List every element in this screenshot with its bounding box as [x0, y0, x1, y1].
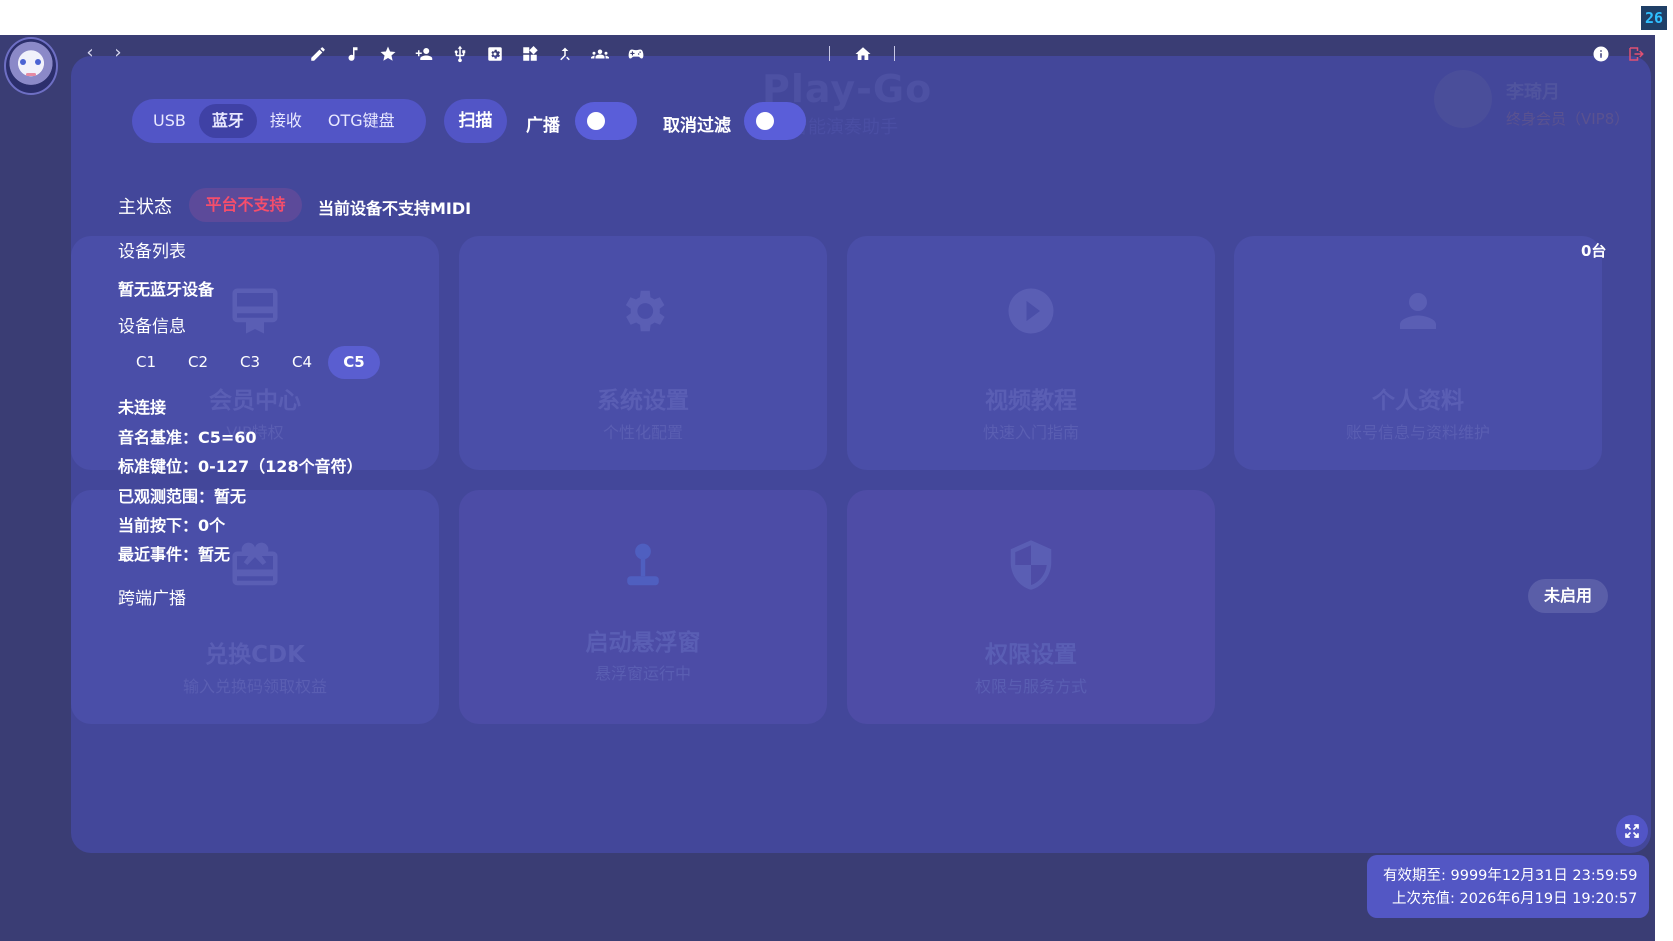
exit-icon[interactable] [1626, 44, 1646, 64]
tile-title: 系统设置 [597, 388, 689, 414]
tab-bluetooth[interactable]: 蓝牙 [198, 104, 257, 138]
tile-video-tutorial[interactable]: 视频教程 快速入门指南 [847, 236, 1215, 470]
background-user-avatar [1434, 70, 1492, 128]
device-count: 0台 [1581, 242, 1607, 260]
widgets-icon[interactable] [520, 44, 540, 64]
expiry-date: 有效期至: 9999年12月31日 23:59:59 [1383, 868, 1638, 884]
toolbar-divider [829, 46, 830, 61]
home-icon[interactable] [852, 44, 874, 64]
window-top-strip [0, 0, 1673, 35]
tile-title: 权限设置 [985, 642, 1077, 668]
connection-state: 未连接 [118, 398, 167, 417]
device-info-label: 设备信息 [118, 317, 186, 337]
tile-subtitle: 账号信息与资料维护 [1345, 423, 1490, 442]
scan-button[interactable]: 扫描 [444, 99, 507, 143]
tile-profile[interactable]: 个人资料 账号信息与资料维护 [1234, 236, 1602, 470]
tile-title: 个人资料 [1372, 388, 1464, 414]
device-list-empty: 暂无蓝牙设备 [118, 280, 215, 299]
cross-broadcast-button[interactable]: 未启用 [1528, 579, 1608, 613]
broadcast-toggle[interactable] [575, 102, 637, 140]
tile-subtitle: 权限与服务方式 [974, 677, 1087, 696]
device-info-line: 标准键位：0-127（128个音符） [118, 457, 363, 476]
tile-subtitle: 个性化配置 [602, 423, 683, 442]
settings-box-icon[interactable] [485, 44, 505, 64]
usb-icon[interactable] [450, 44, 470, 64]
pencil-icon[interactable] [308, 44, 328, 64]
joystick-icon [616, 538, 670, 592]
subscription-info: 有效期至: 9999年12月31日 23:59:59 上次充值: 2026年6月… [1367, 855, 1649, 918]
octave-c2[interactable]: C2 [172, 346, 224, 379]
device-info-line: 音名基准：C5=60 [118, 428, 257, 447]
main-status-label: 主状态 [118, 197, 172, 218]
card-redeem-icon [228, 538, 282, 592]
octave-c5[interactable]: C5 [328, 346, 380, 379]
fullscreen-button[interactable] [1616, 815, 1648, 847]
tile-title: 启动悬浮窗 [585, 630, 701, 656]
info-icon[interactable] [1591, 44, 1611, 64]
connection-mode-tabs: USB 蓝牙 接收 OTG键盘 [132, 99, 426, 143]
tile-permission-settings[interactable]: 权限设置 权限与服务方式 [847, 490, 1215, 724]
background-user-name: 李琦月 [1506, 82, 1560, 103]
device-info-line: 最近事件：暂无 [118, 545, 231, 564]
octave-c4[interactable]: C4 [276, 346, 328, 379]
card-membership-icon [228, 284, 282, 338]
tile-title: 兑换CDK [205, 642, 305, 668]
gear-icon [616, 284, 670, 338]
octave-c1[interactable]: C1 [120, 346, 172, 379]
status-badge: 平台不支持 [189, 188, 302, 222]
device-info-line: 已观测范围：暂无 [118, 487, 247, 506]
tab-otg-keyboard[interactable]: OTG键盘 [315, 104, 408, 138]
tile-subtitle: 悬浮窗运行中 [594, 664, 691, 683]
back-icon[interactable]: ‹ [82, 42, 98, 63]
main-status-message: 当前设备不支持MIDI [318, 199, 472, 218]
tile-title: 视频教程 [985, 388, 1077, 414]
star-icon[interactable] [378, 44, 398, 64]
tab-usb[interactable]: USB [140, 104, 199, 138]
background-user-role: 终身会员（VIP8） [1506, 110, 1630, 128]
tile-subtitle: 快速入门指南 [982, 423, 1079, 442]
toolbar-divider [894, 46, 895, 61]
music-note-icon[interactable] [343, 44, 363, 64]
play-circle-icon [1004, 284, 1058, 338]
forward-icon[interactable]: › [110, 42, 126, 63]
cross-broadcast-label: 跨端广播 [118, 589, 186, 609]
person-add-icon[interactable] [413, 44, 435, 64]
last-recharge: 上次充值: 2026年6月19日 19:20:57 [1392, 891, 1638, 907]
fullscreen-icon [1623, 822, 1641, 840]
tile-system-settings[interactable]: 系统设置 个性化配置 [459, 236, 827, 470]
tile-subtitle: 输入兑换码领取权益 [182, 677, 327, 696]
tab-receive[interactable]: 接收 [257, 104, 315, 138]
broadcast-label: 广播 [526, 116, 560, 136]
background-app-subtitle: 智能演奏助手 [790, 117, 898, 138]
merge-icon[interactable] [555, 44, 575, 64]
device-info-line: 当前按下：0个 [118, 516, 226, 535]
cancel-filter-toggle[interactable] [744, 102, 806, 140]
cancel-filter-label: 取消过滤 [663, 116, 731, 136]
octave-c3[interactable]: C3 [224, 346, 276, 379]
device-list-label: 设备列表 [118, 242, 186, 262]
gamepad-icon[interactable] [625, 44, 647, 64]
shield-icon [1004, 538, 1058, 592]
toggle-knob [756, 112, 774, 130]
octave-selector: C1 C2 C3 C4 C5 [120, 346, 380, 379]
corner-badge: 26 [1641, 6, 1667, 30]
group-icon[interactable] [589, 44, 611, 64]
toggle-knob [587, 112, 605, 130]
tile-floating-window[interactable]: 启动悬浮窗 悬浮窗运行中 [459, 490, 827, 724]
window-right-edge [1655, 35, 1673, 941]
person-icon [1391, 284, 1445, 338]
avatar[interactable] [4, 37, 58, 95]
